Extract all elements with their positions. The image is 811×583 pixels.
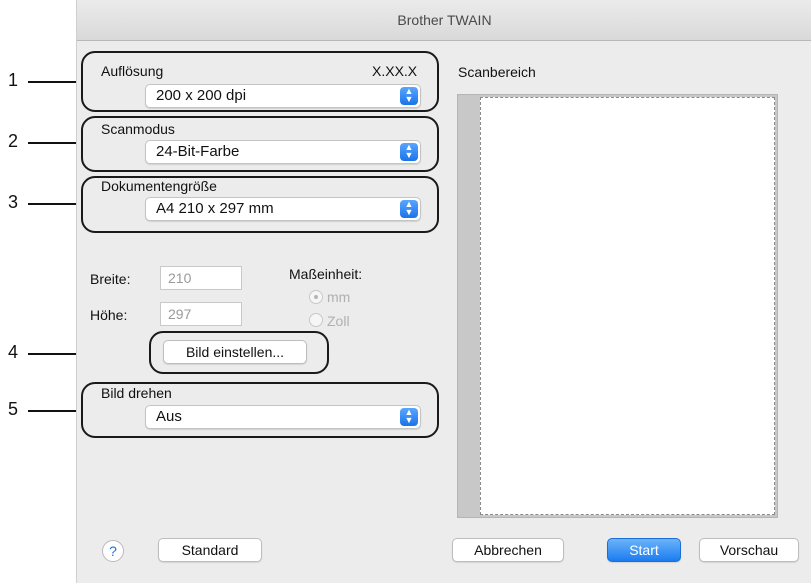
cancel-button[interactable]: Abbrechen — [452, 538, 564, 562]
callout-2: 2 — [8, 131, 19, 151]
unit-mm-radio[interactable] — [309, 290, 323, 304]
height-label: Höhe: — [90, 307, 128, 323]
docsize-select[interactable]: A4 210 x 297 mm ▲ ▼ — [145, 197, 421, 221]
help-icon[interactable]: ? — [102, 540, 124, 562]
unit-label: Maßeinheit: — [289, 266, 363, 282]
unit-inch-label: Zoll — [327, 313, 350, 329]
height-field[interactable]: 297 — [160, 302, 242, 326]
window-title: Brother TWAIN — [77, 0, 811, 41]
preview-button[interactable]: Vorschau — [699, 538, 799, 562]
docsize-value: A4 210 x 297 mm — [156, 200, 274, 217]
width-field[interactable]: 210 — [160, 266, 242, 290]
rotate-label: Bild drehen — [101, 385, 172, 401]
scanmode-select[interactable]: 24-Bit-Farbe ▲ ▼ — [145, 140, 421, 164]
adjust-image-button[interactable]: Bild einstellen... — [163, 340, 307, 364]
callout-1: 1 — [8, 70, 19, 90]
chevron-updown-icon: ▲ ▼ — [400, 200, 418, 218]
resolution-label: Auflösung — [101, 63, 164, 79]
callout-3-line — [28, 203, 80, 205]
callout-5: 5 — [8, 399, 19, 419]
callout-5-line — [28, 410, 80, 412]
brother-twain-window: Brother TWAIN Auflösung X.XX.X 200 x 200… — [76, 0, 811, 583]
callout-1-line — [28, 81, 80, 83]
resolution-select[interactable]: 200 x 200 dpi ▲ ▼ — [145, 84, 421, 108]
rotate-value: Aus — [156, 408, 182, 425]
callout-4: 4 — [8, 342, 19, 362]
unit-mm-label: mm — [327, 289, 351, 305]
chevron-updown-icon: ▲ ▼ — [400, 143, 418, 161]
scan-area-label: Scanbereich — [458, 64, 536, 80]
version-label: X.XX.X — [372, 63, 418, 79]
width-label: Breite: — [90, 271, 131, 287]
scanmode-label: Scanmodus — [101, 121, 175, 137]
callout-2-line — [28, 142, 80, 144]
chevron-updown-icon: ▲ ▼ — [400, 87, 418, 105]
resolution-value: 200 x 200 dpi — [156, 87, 247, 104]
docsize-label: Dokumentengröße — [101, 178, 217, 194]
unit-inch-radio[interactable] — [309, 313, 323, 327]
callout-3: 3 — [8, 192, 19, 212]
scanmode-value: 24-Bit-Farbe — [156, 143, 240, 160]
scan-area[interactable] — [457, 94, 778, 518]
rotate-select[interactable]: Aus ▲ ▼ — [145, 405, 421, 429]
chevron-updown-icon: ▲ ▼ — [400, 408, 418, 426]
start-button[interactable]: Start — [607, 538, 681, 562]
standard-button[interactable]: Standard — [158, 538, 262, 562]
scan-area-page[interactable] — [480, 97, 775, 515]
